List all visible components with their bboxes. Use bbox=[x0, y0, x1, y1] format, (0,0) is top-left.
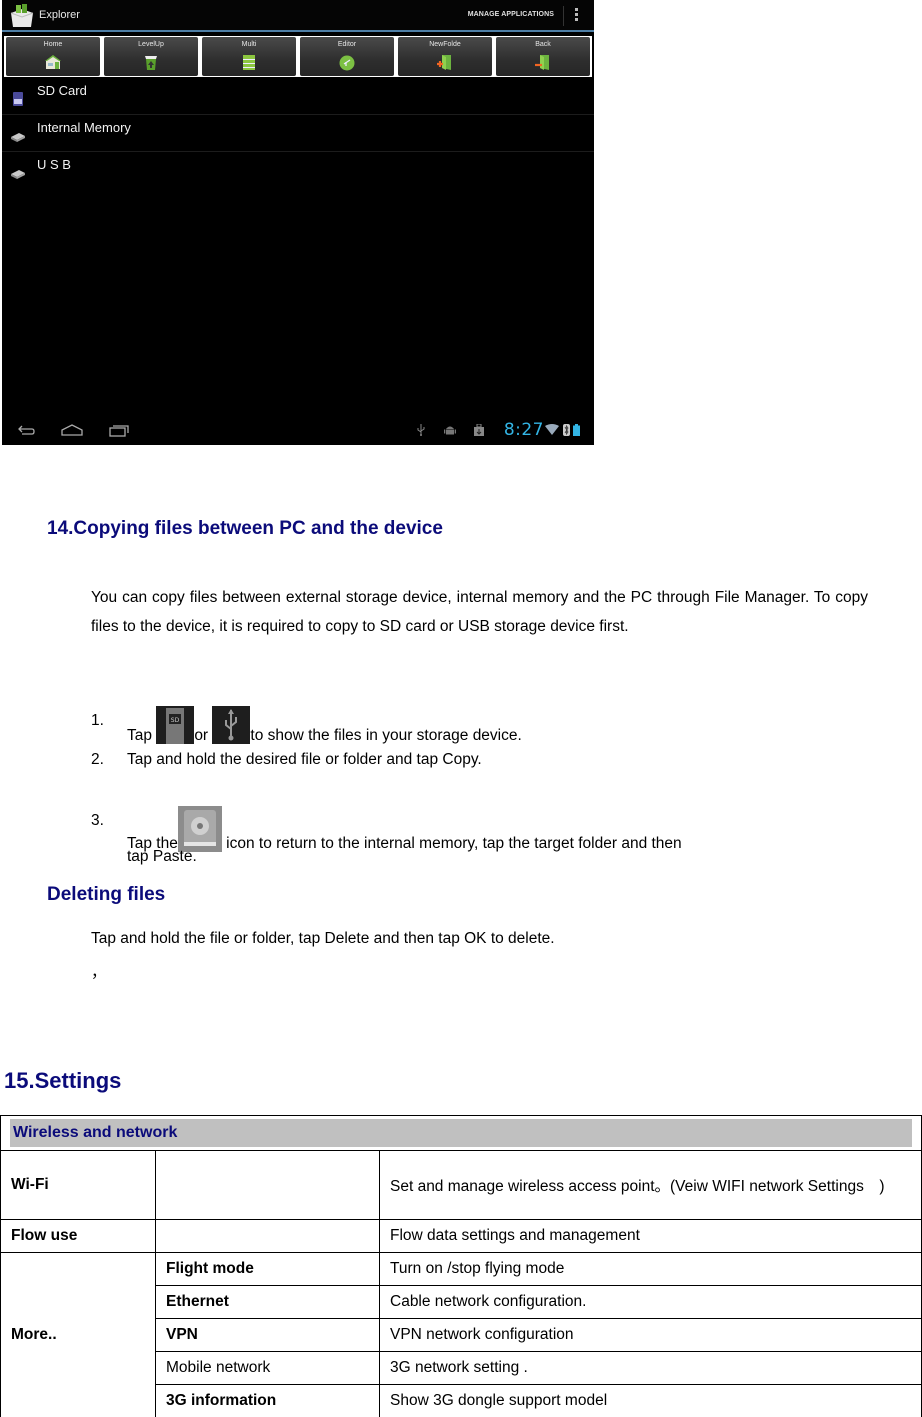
overflow-menu-icon[interactable] bbox=[575, 8, 579, 24]
step-text-continuation: tap Paste. bbox=[127, 848, 197, 865]
storage-list: SD Card Internal Memory U S B bbox=[2, 78, 594, 189]
drive-icon bbox=[11, 170, 25, 179]
step-text-part: Tap bbox=[127, 727, 157, 744]
status-clock: 8:27 bbox=[503, 420, 544, 440]
step-text: Tap and hold the desired file or folder … bbox=[127, 751, 482, 768]
home-icon bbox=[45, 55, 61, 69]
step-text: Tap the icon to return to the internal m… bbox=[127, 806, 682, 858]
multi-button[interactable]: Multi bbox=[202, 37, 296, 76]
setting-description: 3G network setting . bbox=[379, 1351, 922, 1385]
storage-label: U S B bbox=[37, 157, 71, 172]
storage-item-usb[interactable]: U S B bbox=[2, 152, 594, 189]
table-row: More.. Flight mode Turn on /stop flying … bbox=[0, 1252, 922, 1417]
settings-table: Wireless and network Wi-Fi Set and manag… bbox=[0, 1115, 922, 1417]
storage-label: Internal Memory bbox=[37, 120, 131, 135]
action-bar: Explorer MANAGE APPLICATIONS bbox=[2, 0, 594, 32]
battery-icon bbox=[573, 424, 580, 436]
manage-applications-button[interactable]: MANAGE APPLICATIONS bbox=[468, 11, 554, 18]
table-row: Wi-Fi Set and manage wireless access poi… bbox=[0, 1150, 922, 1220]
setting-description: Flow data settings and management bbox=[379, 1219, 922, 1253]
table-header-row: Wireless and network bbox=[0, 1115, 922, 1151]
home-nav-icon[interactable] bbox=[60, 423, 84, 437]
system-navigation-bar: 8:27 bbox=[2, 415, 594, 445]
setting-sub bbox=[155, 1150, 380, 1220]
step-text-part: or bbox=[194, 727, 213, 744]
bluetooth-icon bbox=[563, 424, 570, 436]
explorer-screenshot: Explorer MANAGE APPLICATIONS Home LevelU… bbox=[2, 0, 594, 445]
multi-select-icon bbox=[243, 55, 255, 70]
usb-icon bbox=[212, 706, 251, 744]
explorer-app-icon[interactable] bbox=[8, 3, 36, 29]
home-label: Home bbox=[43, 41, 63, 48]
setting-description: VPN network configuration bbox=[379, 1318, 922, 1352]
setting-description: Turn on /stop flying mode bbox=[379, 1252, 922, 1286]
svg-text:SD: SD bbox=[171, 717, 180, 724]
setting-sub bbox=[155, 1219, 380, 1253]
download-icon bbox=[474, 424, 484, 436]
setting-description: Set and manage wireless access point。(Ve… bbox=[379, 1150, 922, 1220]
wireless-network-header: Wireless and network bbox=[10, 1119, 912, 1147]
levelup-button[interactable]: LevelUp bbox=[104, 37, 198, 76]
back-button[interactable]: Back bbox=[496, 37, 590, 76]
setting-sub: 3G information bbox=[155, 1384, 380, 1417]
file-toolbar: Home LevelUp Multi Editor NewFolde Back bbox=[4, 36, 592, 77]
action-divider bbox=[563, 6, 564, 26]
new-folder-label: NewFolde bbox=[429, 41, 461, 48]
table-row: Flow use Flow data settings and manageme… bbox=[0, 1219, 922, 1253]
usb-debug-icon bbox=[417, 424, 425, 436]
section-15-heading: 15.Settings bbox=[4, 1068, 122, 1093]
step-text-part: to show the files in your storage device… bbox=[250, 727, 522, 744]
levelup-label: LevelUp bbox=[138, 41, 164, 48]
setting-sub: Flight mode bbox=[155, 1252, 380, 1286]
editor-icon bbox=[339, 55, 355, 71]
new-folder-icon bbox=[437, 55, 451, 70]
back-icon bbox=[535, 55, 549, 70]
step-number: 3. bbox=[91, 812, 104, 829]
setting-sub: VPN bbox=[155, 1318, 380, 1352]
editor-button[interactable]: Editor bbox=[300, 37, 394, 76]
storage-label: SD Card bbox=[37, 83, 87, 98]
section-14-heading: 14.Copying files between PC and the devi… bbox=[47, 518, 443, 539]
deleting-files-heading: Deleting files bbox=[47, 884, 166, 905]
table-header-cell: Wireless and network bbox=[0, 1115, 922, 1151]
back-nav-icon[interactable] bbox=[16, 423, 36, 437]
sd-card-icon bbox=[13, 92, 23, 106]
android-debug-icon bbox=[444, 426, 456, 435]
back-label: Back bbox=[535, 41, 551, 48]
level-up-icon bbox=[145, 56, 157, 70]
step-text: Tap SD or to show the files in your stor… bbox=[127, 706, 522, 750]
delete-paragraph: Tap and hold the file or folder, tap Del… bbox=[91, 930, 555, 947]
recents-nav-icon[interactable] bbox=[108, 423, 130, 437]
storage-item-sd-card[interactable]: SD Card bbox=[2, 78, 594, 115]
step-text-part: icon to return to the internal memory, t… bbox=[221, 835, 682, 852]
step-number: 1. bbox=[91, 712, 104, 729]
intro-paragraph: You can copy files between external stor… bbox=[91, 589, 868, 635]
setting-description: Cable network configuration. bbox=[379, 1285, 922, 1319]
app-title: Explorer bbox=[39, 9, 80, 21]
step-number: 2. bbox=[91, 751, 104, 768]
setting-name: Wi-Fi bbox=[0, 1150, 156, 1220]
setting-sub: Ethernet bbox=[155, 1285, 380, 1319]
storage-item-internal-memory[interactable]: Internal Memory bbox=[2, 115, 594, 152]
setting-name-more: More.. bbox=[0, 1252, 156, 1417]
home-button[interactable]: Home bbox=[6, 37, 100, 76]
sd-card-icon: SD bbox=[156, 706, 195, 744]
multi-label: Multi bbox=[241, 41, 257, 48]
setting-name: Flow use bbox=[0, 1219, 156, 1253]
setting-sub: Mobile network bbox=[155, 1351, 380, 1385]
editor-label: Editor bbox=[337, 41, 357, 48]
setting-description: Show 3G dongle support model bbox=[379, 1384, 922, 1417]
wifi-icon bbox=[545, 424, 559, 435]
drive-icon bbox=[11, 133, 25, 142]
stray-comma: ， bbox=[91, 964, 107, 981]
new-folder-button[interactable]: NewFolde bbox=[398, 37, 492, 76]
